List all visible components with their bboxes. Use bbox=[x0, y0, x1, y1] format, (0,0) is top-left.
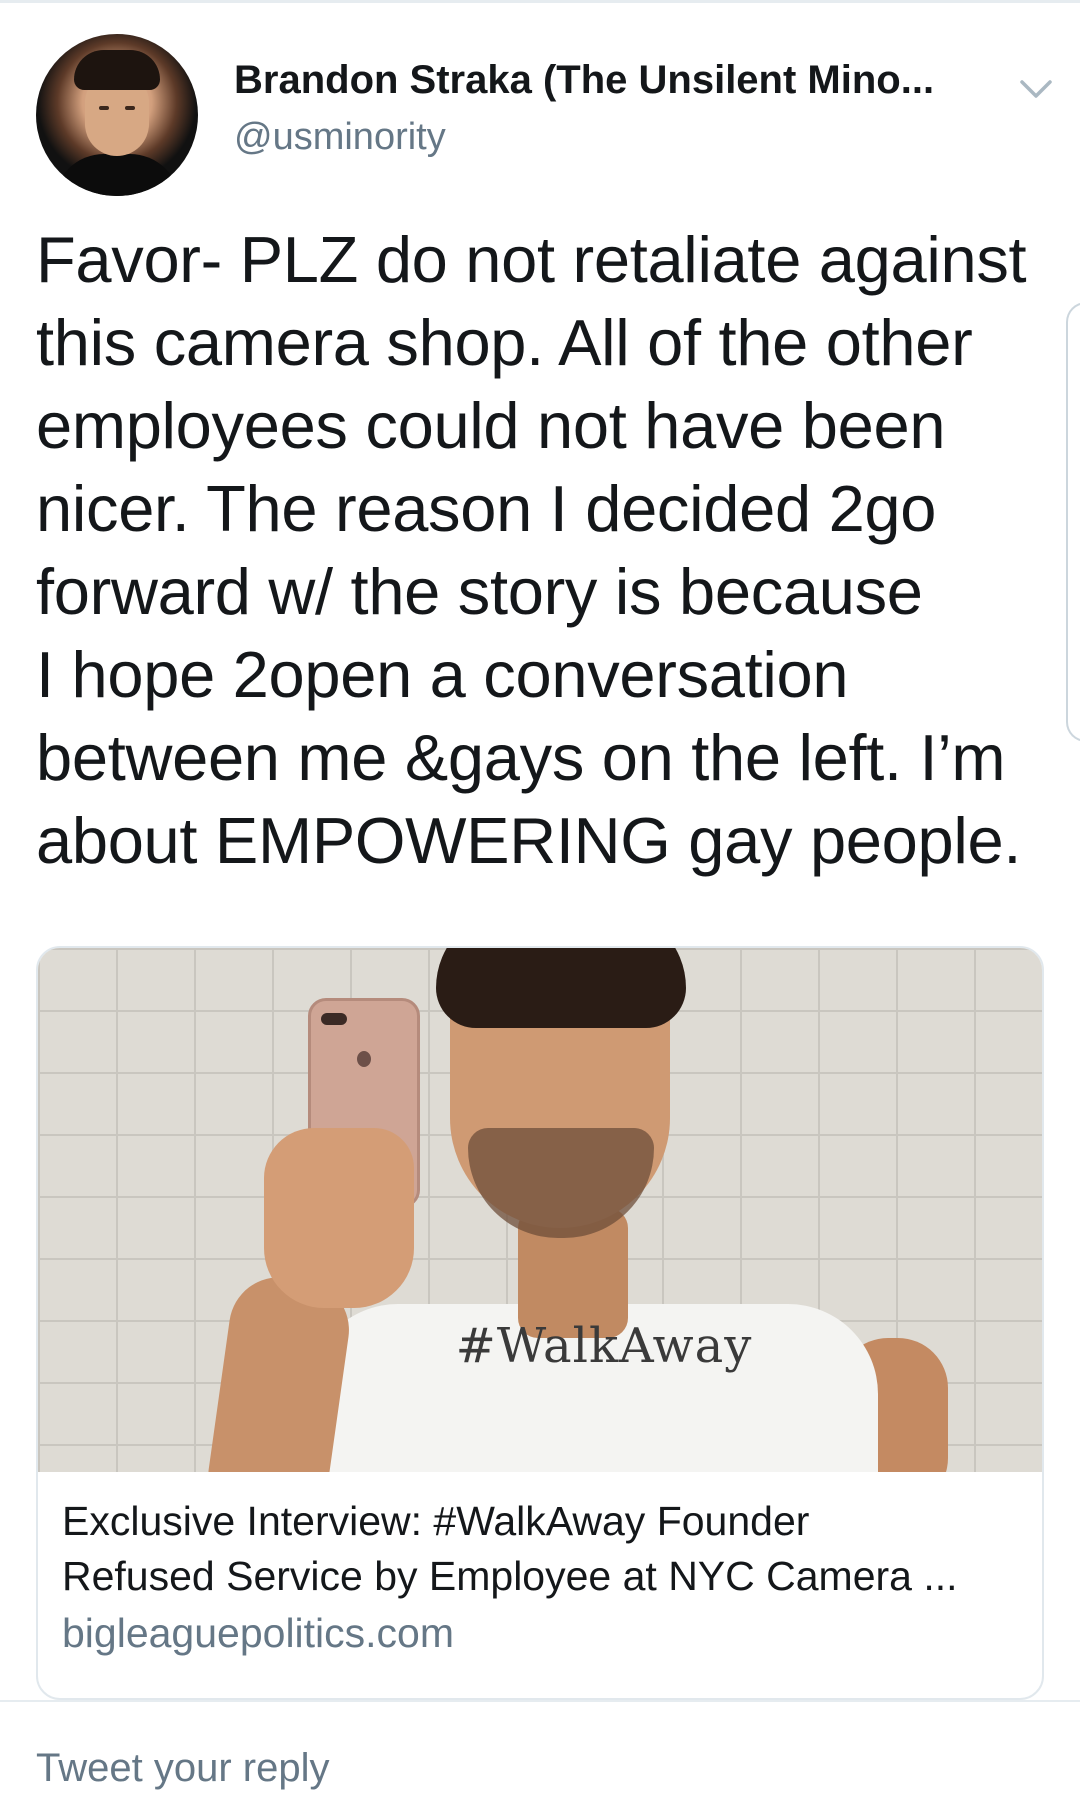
avatar[interactable] bbox=[36, 34, 198, 196]
card-title[interactable]: Exclusive Interview: #WalkAway Founder R… bbox=[62, 1494, 1022, 1604]
author-name[interactable]: Brandon Straka (The Unsilent Mino... bbox=[234, 58, 1004, 103]
tweet-line: forward w/ the story is because bbox=[36, 555, 923, 628]
phone-camera bbox=[321, 1013, 347, 1025]
tweet-line: nicer. The reason I decided 2go bbox=[36, 472, 937, 545]
tweet-line: between me &gays on the left. I’m bbox=[36, 721, 1006, 794]
reply-input[interactable]: Tweet your reply bbox=[36, 1746, 329, 1791]
avatar-eye bbox=[125, 106, 135, 110]
author-handle[interactable]: @usminority bbox=[234, 116, 446, 159]
top-divider bbox=[0, 0, 1080, 3]
avatar-hair bbox=[74, 50, 160, 90]
photo-hand bbox=[264, 1128, 414, 1308]
photo-hair bbox=[436, 948, 686, 1028]
tweet-line: employees could not have been bbox=[36, 389, 946, 462]
card-title-line: Refused Service by Employee at NYC Camer… bbox=[62, 1553, 958, 1599]
tweet-line: Favor- PLZ do not retaliate against bbox=[36, 223, 1027, 296]
card-title-line: Exclusive Interview: #WalkAway Founder bbox=[62, 1498, 810, 1544]
chevron-down-icon[interactable] bbox=[1016, 74, 1056, 104]
tweet-line: I hope 2open a conversation bbox=[36, 638, 849, 711]
link-card[interactable]: #WalkAway Exclusive Interview: #WalkAway… bbox=[36, 946, 1044, 1700]
tweet-line: this camera shop. All of the other bbox=[36, 306, 973, 379]
shirt-print: #WalkAway bbox=[455, 1318, 753, 1374]
card-image: #WalkAway bbox=[38, 948, 1042, 1472]
card-domain[interactable]: bigleaguepolitics.com bbox=[62, 1610, 454, 1657]
reply-divider bbox=[0, 1700, 1080, 1702]
avatar-shirt bbox=[54, 154, 180, 196]
tweet-line: about EMPOWERING gay people. bbox=[36, 804, 1022, 877]
avatar-eye bbox=[99, 106, 109, 110]
tweet-header: Brandon Straka (The Unsilent Mino... @us… bbox=[36, 34, 1052, 196]
tweet-detail-screen: Brandon Straka (The Unsilent Mino... @us… bbox=[0, 0, 1080, 1804]
tweet-body: Favor- PLZ do not retaliate against this… bbox=[36, 218, 1046, 882]
scroll-indicator bbox=[1066, 302, 1080, 742]
phone-logo bbox=[357, 1051, 371, 1067]
